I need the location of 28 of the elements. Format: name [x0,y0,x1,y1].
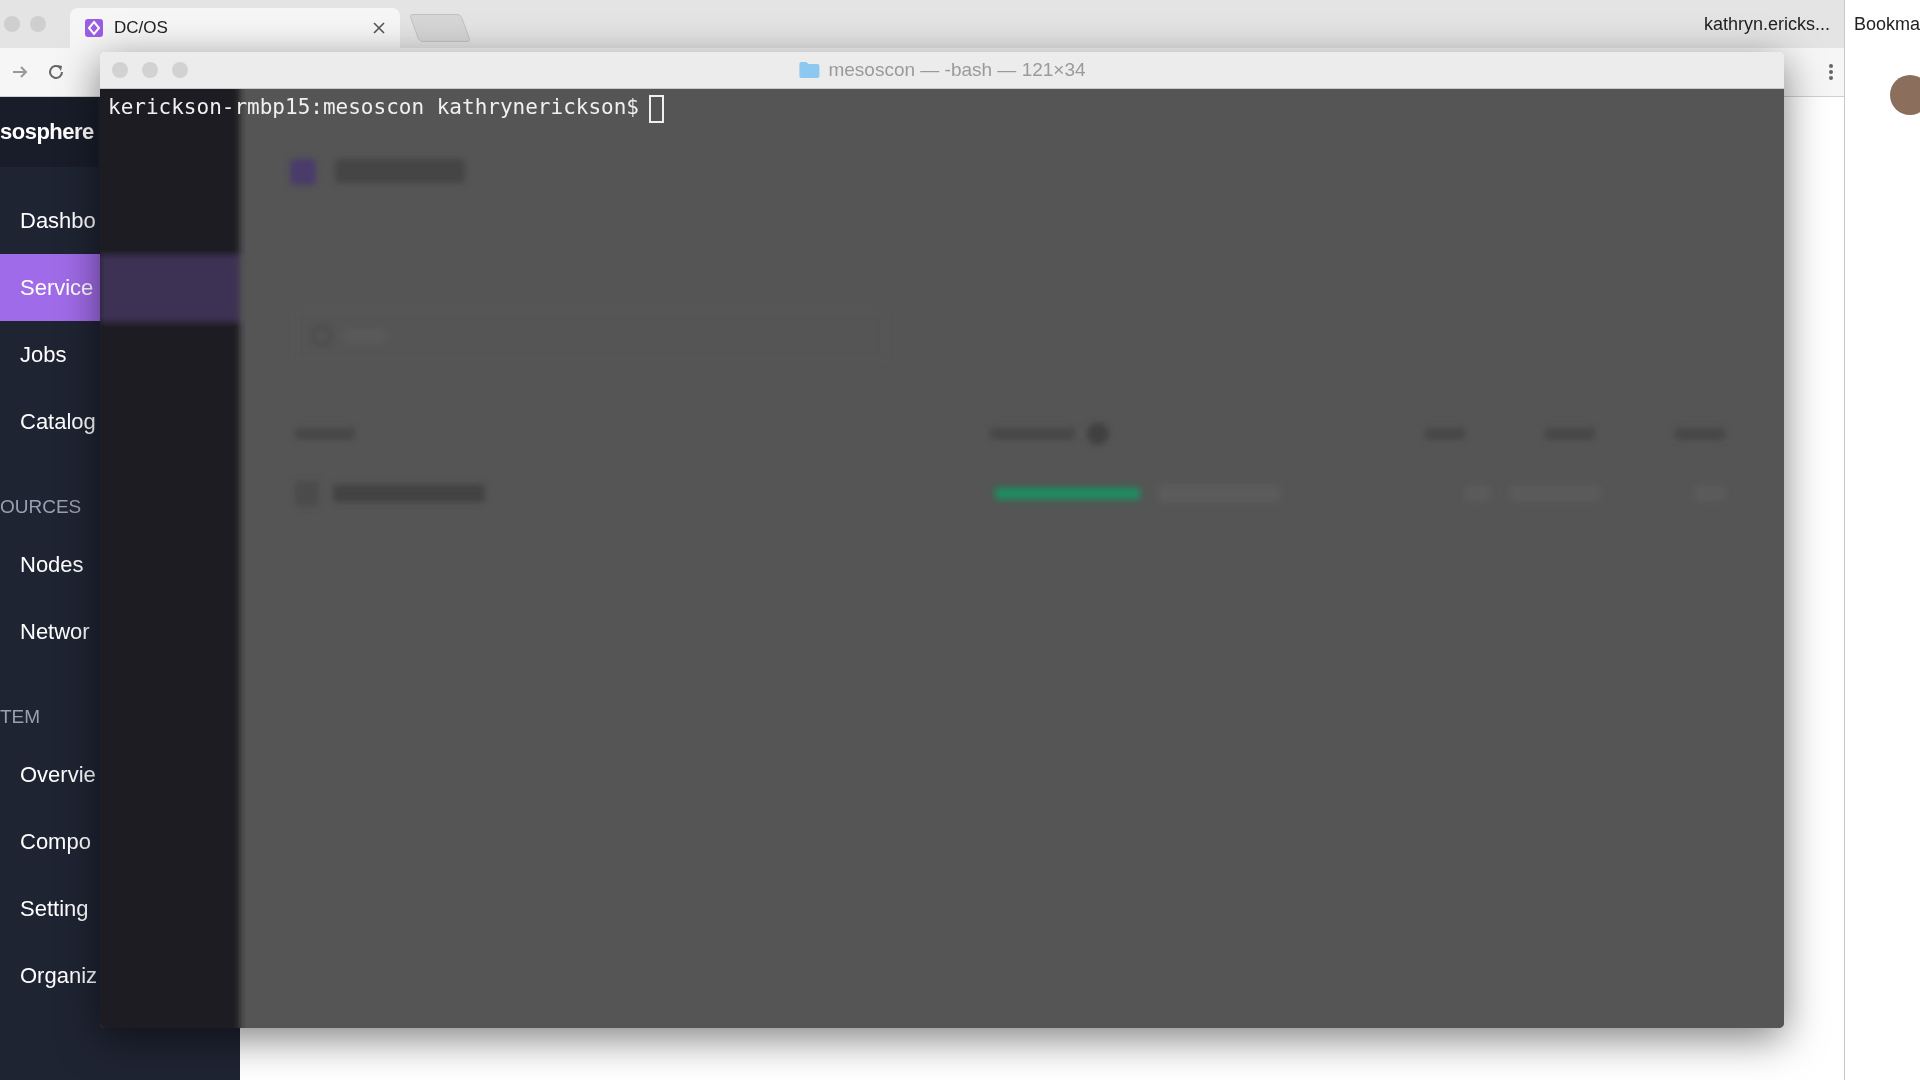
sidebar-item[interactable]: Nodes [0,531,100,598]
terminal-title: mesoscon — -bash — 121×34 [828,59,1086,81]
window-button[interactable] [172,62,188,78]
menu-icon[interactable] [1828,62,1834,82]
window-button[interactable] [142,62,158,78]
sidebar-item[interactable]: Dashbo [0,187,100,254]
sidebar-item[interactable]: Compo [0,808,100,875]
sidebar-item[interactable]: Service [0,254,100,321]
text-cursor [649,95,664,123]
bookmarks-label[interactable]: Bookma [1853,14,1920,35]
brand-name: sosphere [0,97,98,167]
avatar[interactable] [1890,75,1920,115]
section-heading: OURCES [0,495,83,519]
sidebar-item[interactable]: Setting [0,875,100,942]
section-heading: TEM [0,705,42,729]
logo-icon [84,18,104,38]
window-button[interactable] [112,62,128,78]
reload-icon[interactable] [46,62,66,82]
sidebar-item[interactable]: Organiz [0,942,100,1009]
sidebar-item[interactable]: Overvie [0,741,100,808]
sidebar-item[interactable]: Catalog [0,388,100,455]
sidebar-item[interactable]: Networ [0,598,100,665]
shell-prompt: kerickson-rmbp15:mesoscon kathrynerickson$ [108,95,639,119]
folder-icon [798,61,821,79]
close-icon[interactable] [372,21,386,35]
profile-name[interactable]: kathryn.ericks... [1703,13,1844,35]
sidebar-item[interactable]: Jobs [0,321,100,388]
browser-tab[interactable]: DC/OS [70,8,400,48]
